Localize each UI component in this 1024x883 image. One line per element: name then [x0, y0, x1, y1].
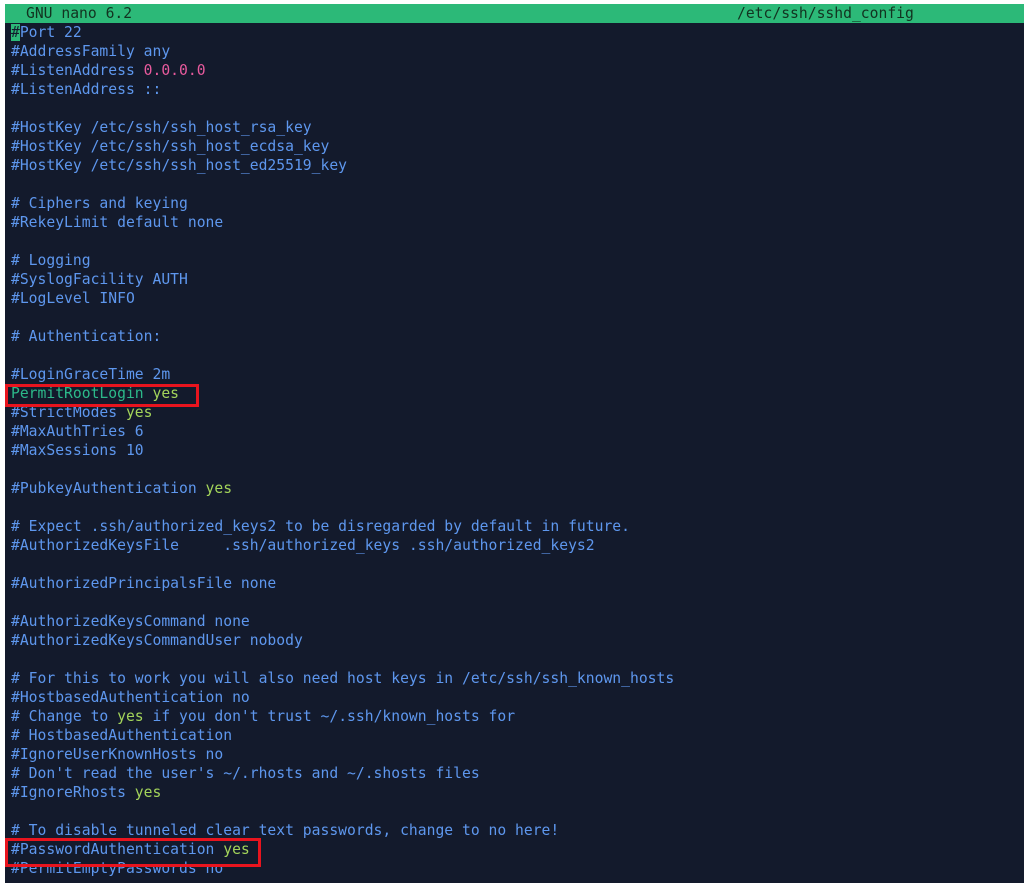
line-logging-comment[interactable]: # Logging [11, 251, 91, 270]
line-dont-read-comment[interactable]: # Don't read the user's ~/.rhosts and ~/… [11, 764, 480, 783]
line-login-grace-time[interactable]: #LoginGraceTime 2m [11, 365, 170, 384]
line-rekey-limit[interactable]: #RekeyLimit default none [11, 213, 223, 232]
line-max-sessions[interactable]: #MaxSessions 10 [11, 441, 144, 460]
line-syslog-facility[interactable]: #SyslogFacility AUTH [11, 270, 188, 289]
file-path: /etc/ssh/sshd_config [737, 5, 914, 22]
line-hostbased-auth-comment[interactable]: # HostbasedAuthentication [11, 726, 232, 745]
line-pubkey-authentication[interactable]: #PubkeyAuthentication yes [11, 479, 232, 498]
line-ignore-rhosts[interactable]: #IgnoreRhosts yes [11, 783, 161, 802]
nano-editor-window[interactable]: GNU nano 6.2 /etc/ssh/sshd_config #Port … [5, 4, 1024, 883]
app-title: GNU nano 6.2 [26, 5, 133, 22]
line-change-to-comment[interactable]: # Change to yes if you don't trust ~/.ss… [11, 707, 515, 726]
line-hostkey-rsa[interactable]: #HostKey /etc/ssh/ssh_host_rsa_key [11, 118, 312, 137]
line-hostkey-ed25519[interactable]: #HostKey /etc/ssh/ssh_host_ed25519_key [11, 156, 347, 175]
highlight-box-permit-root-login [5, 384, 199, 407]
line-expect-comment[interactable]: # Expect .ssh/authorized_keys2 to be dis… [11, 517, 630, 536]
text-cursor: # [11, 24, 20, 41]
line-log-level[interactable]: #LogLevel INFO [11, 289, 135, 308]
line-listen-address-ipv6[interactable]: #ListenAddress :: [11, 80, 161, 99]
title-bar: GNU nano 6.2 /etc/ssh/sshd_config [5, 4, 1024, 23]
line-for-this-comment[interactable]: # For this to work you will also need ho… [11, 669, 674, 688]
line-authorized-keys-command[interactable]: #AuthorizedKeysCommand none [11, 612, 250, 631]
line-max-auth-tries[interactable]: #MaxAuthTries 6 [11, 422, 144, 441]
line-ciphers-comment[interactable]: # Ciphers and keying [11, 194, 188, 213]
highlight-box-password-authentication [5, 838, 261, 867]
line-hostbased-authentication[interactable]: #HostbasedAuthentication no [11, 688, 250, 707]
line-authorized-keys-command-user[interactable]: #AuthorizedKeysCommandUser nobody [11, 631, 303, 650]
line-address-family[interactable]: #AddressFamily any [11, 42, 170, 61]
line-authorized-keys-file[interactable]: #AuthorizedKeysFile .ssh/authorized_keys… [11, 536, 595, 555]
line-port[interactable]: #Port 22 [11, 23, 82, 42]
line-authentication-comment[interactable]: # Authentication: [11, 327, 161, 346]
line-hostkey-ecdsa[interactable]: #HostKey /etc/ssh/ssh_host_ecdsa_key [11, 137, 329, 156]
line-ignore-user-known-hosts[interactable]: #IgnoreUserKnownHosts no [11, 745, 223, 764]
line-authorized-principals-file[interactable]: #AuthorizedPrincipalsFile none [11, 574, 276, 593]
line-listen-address-ipv4[interactable]: #ListenAddress 0.0.0.0 [11, 61, 206, 80]
